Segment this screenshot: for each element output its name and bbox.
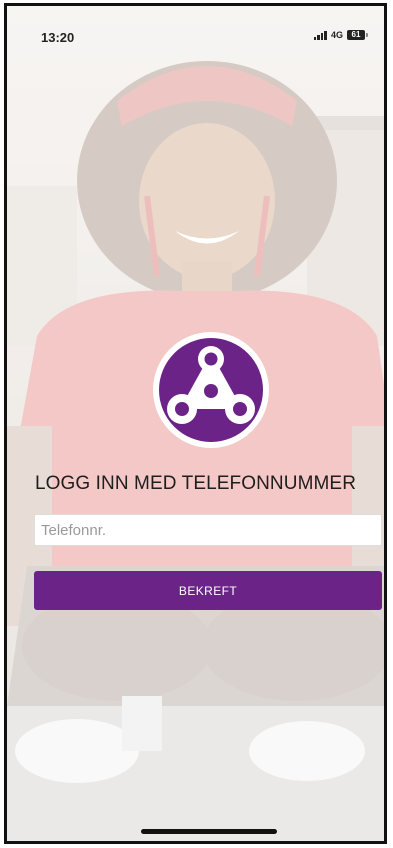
- status-indicators: 4G 61: [313, 30, 368, 40]
- home-indicator[interactable]: [141, 829, 277, 834]
- signal-bars-icon: [313, 30, 327, 40]
- phone-number-input[interactable]: [34, 514, 382, 546]
- network-type: 4G: [330, 30, 343, 40]
- battery-icon: 61: [347, 30, 368, 40]
- status-bar: 13:20 4G 61: [7, 6, 384, 54]
- three-dot-triangle-logo-icon: [153, 332, 269, 448]
- phone-screen: 13:20 4G 61 LOGG INN MED TELEFONNUMMER B…: [4, 3, 387, 844]
- battery-level: 61: [347, 30, 365, 40]
- confirm-button[interactable]: BEKREFT: [34, 571, 382, 610]
- page-title: LOGG INN MED TELEFONNUMMER: [34, 473, 357, 494]
- status-time: 13:20: [41, 30, 75, 45]
